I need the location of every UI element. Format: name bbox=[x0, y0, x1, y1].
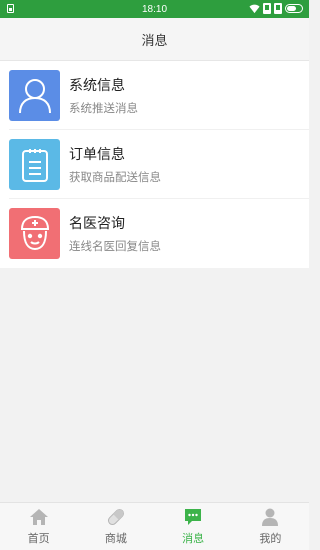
status-icons bbox=[249, 3, 303, 14]
chat-icon bbox=[183, 507, 203, 527]
message-subtitle: 连线名医回复信息 bbox=[69, 238, 161, 253]
user-icon bbox=[9, 70, 60, 121]
message-item-doctor[interactable]: 名医咨询 连线名医回复信息 bbox=[0, 199, 309, 268]
wifi-icon bbox=[249, 4, 260, 14]
clipboard-icon bbox=[9, 139, 60, 190]
sim-icon bbox=[274, 3, 282, 14]
page-title: 消息 bbox=[141, 33, 168, 49]
tab-home[interactable]: 首页 bbox=[0, 503, 77, 550]
tab-label: 消息 bbox=[182, 532, 205, 545]
message-subtitle: 获取商品配送信息 bbox=[69, 169, 161, 184]
message-list: 系统信息 系统推送消息 订单信息 获取商品配送信息 名医咨询 连线名医回复信息 bbox=[0, 61, 309, 268]
tab-label: 商城 bbox=[104, 532, 127, 545]
message-title: 名医咨询 bbox=[69, 215, 125, 232]
status-bar: 18:10 bbox=[0, 0, 309, 18]
message-title: 订单信息 bbox=[69, 146, 125, 163]
tab-label: 我的 bbox=[259, 532, 282, 545]
home-icon bbox=[29, 507, 49, 527]
tab-label: 首页 bbox=[27, 532, 50, 545]
message-subtitle: 系统推送消息 bbox=[69, 100, 138, 115]
person-icon bbox=[260, 507, 280, 527]
pill-icon bbox=[106, 507, 126, 527]
battery-icon bbox=[285, 4, 303, 13]
message-title: 系统信息 bbox=[69, 77, 125, 94]
tab-messages[interactable]: 消息 bbox=[155, 503, 232, 550]
notification-icon bbox=[7, 4, 14, 13]
sim-icon bbox=[263, 3, 271, 14]
bottom-tab-bar: 首页 商城 消息 我的 bbox=[0, 502, 309, 550]
message-item-order[interactable]: 订单信息 获取商品配送信息 bbox=[0, 130, 309, 199]
status-time: 18:10 bbox=[141, 3, 168, 15]
page-header: 消息 bbox=[0, 18, 309, 61]
tab-profile[interactable]: 我的 bbox=[232, 503, 309, 550]
message-item-system[interactable]: 系统信息 系统推送消息 bbox=[0, 61, 309, 130]
doctor-icon bbox=[9, 208, 60, 259]
tab-mall[interactable]: 商城 bbox=[77, 503, 154, 550]
